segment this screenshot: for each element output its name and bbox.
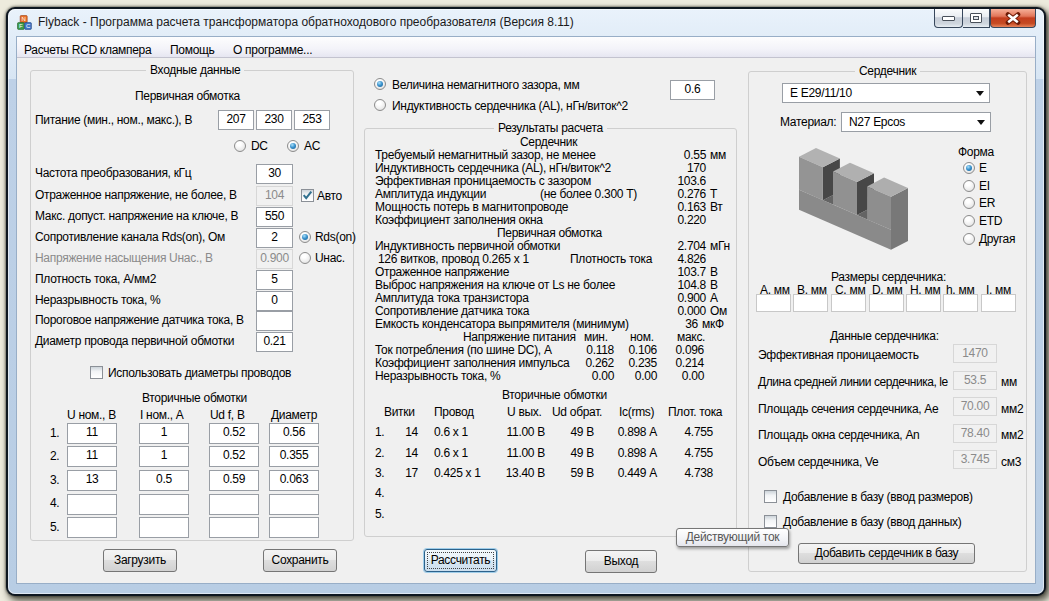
svg-text:N: N [22,16,26,22]
